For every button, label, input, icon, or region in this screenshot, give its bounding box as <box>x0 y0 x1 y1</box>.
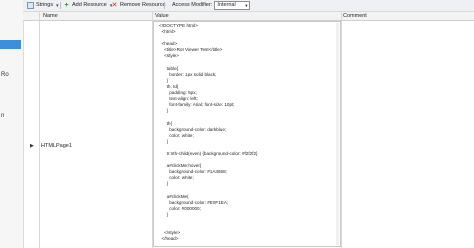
left-panel-label-a: Ro <box>1 72 9 78</box>
strings-label: Strings <box>36 2 54 8</box>
add-resource-button[interactable]: + Add Resource ▼ <box>63 1 113 10</box>
resource-grid: Name Value Comment ▶ HTMLPage1 <!DOCTYPE… <box>23 12 474 248</box>
add-icon: + <box>64 2 69 9</box>
resource-name-cell[interactable]: HTMLPage1 <box>41 143 72 149</box>
remove-resource-button[interactable]: ✕ Remove Resource <box>111 1 166 10</box>
resource-value-text[interactable]: <!DOCTYPE html> <html> <head> <title>Rot… <box>159 23 258 242</box>
column-divider <box>341 12 342 248</box>
chevron-down-icon: ▼ <box>244 3 249 8</box>
strings-icon <box>27 2 34 9</box>
strings-dropdown[interactable]: Strings ▼ <box>27 1 60 10</box>
toolbar-divider <box>164 2 165 9</box>
column-header-value[interactable]: Value <box>155 12 169 20</box>
grid-header: Name Value Comment <box>23 12 474 21</box>
access-modifier-select[interactable]: Internal ▼ <box>214 1 251 10</box>
solution-explorer-strip: Ro n <box>0 0 24 248</box>
access-modifier-label: Access Modifier: <box>172 2 213 8</box>
access-modifier-group: Access Modifier: Internal ▼ <box>172 1 251 10</box>
column-header-name[interactable]: Name <box>43 12 58 20</box>
left-panel-label-b: n <box>1 113 5 119</box>
remove-icon: ✕ <box>111 2 118 9</box>
chevron-down-icon: ▼ <box>55 3 60 8</box>
row-selector-icon[interactable]: ▶ <box>30 143 34 149</box>
add-resource-label: Add Resource <box>72 2 107 8</box>
resource-value-editor[interactable]: <!DOCTYPE html> <html> <head> <title>Rot… <box>153 21 341 247</box>
access-modifier-value: Internal <box>217 2 236 8</box>
column-divider <box>39 12 40 248</box>
toolbar-divider <box>60 2 61 9</box>
column-header-comment[interactable]: Comment <box>343 12 367 20</box>
value-scrollbar[interactable] <box>336 23 339 245</box>
selected-item-highlight[interactable] <box>0 40 21 49</box>
resource-editor-toolbar: Strings ▼ + Add Resource ▼ ✕ Remove Reso… <box>23 0 474 12</box>
remove-resource-label: Remove Resource <box>120 2 166 8</box>
